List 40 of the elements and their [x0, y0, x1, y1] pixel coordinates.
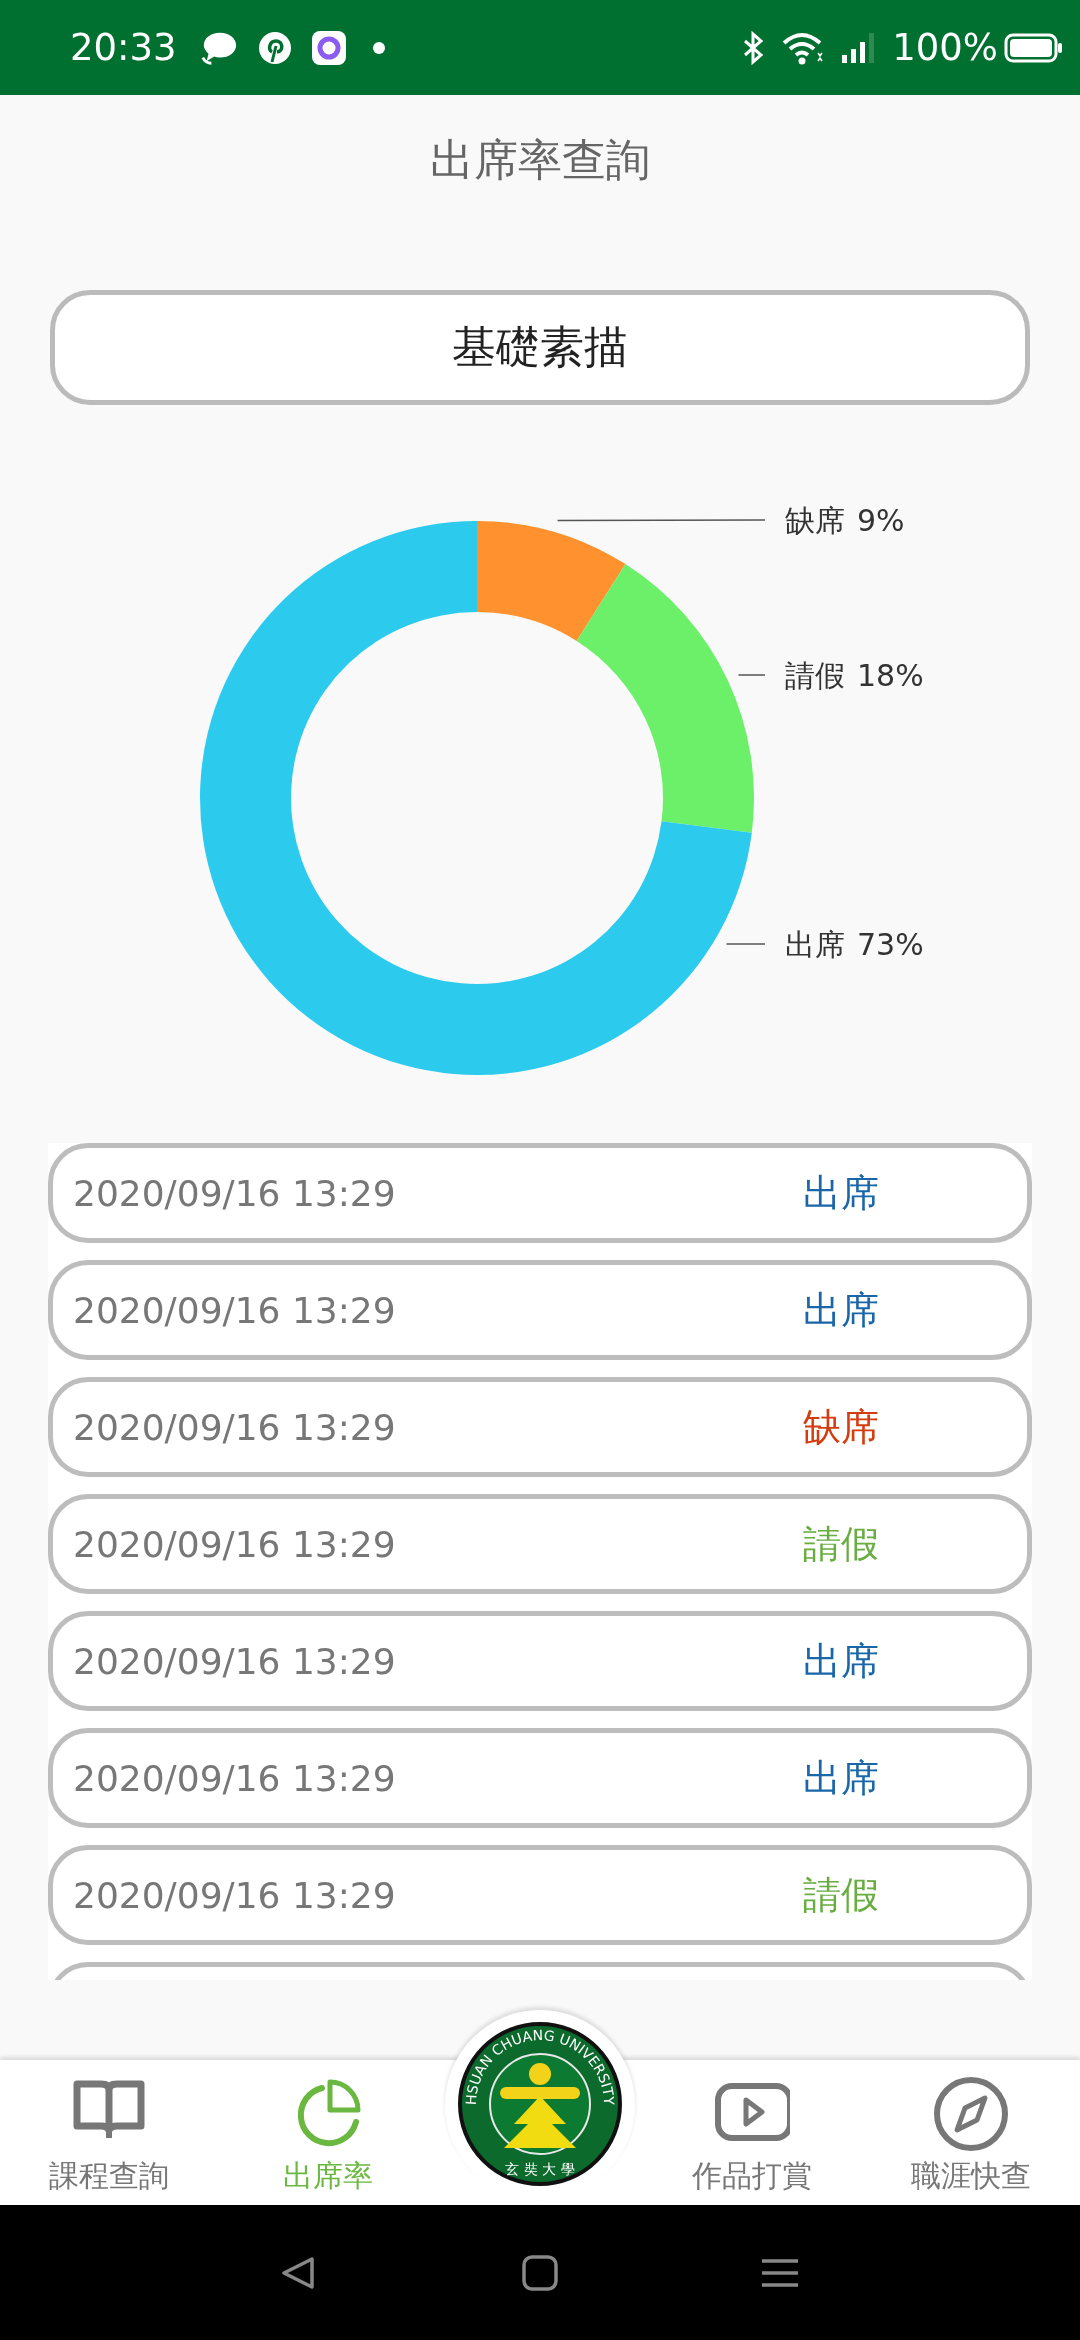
battery-percent: 100% — [892, 26, 998, 69]
record-status: 出席 — [803, 1169, 879, 1217]
record-status: 出席 — [803, 1637, 879, 1685]
notification-dot-icon — [372, 41, 385, 54]
record-status: 請假 — [803, 1871, 879, 1919]
record-date: 2020/09/16 13:29 — [73, 1523, 397, 1565]
nav-tab[interactable]: 課程查詢 — [0, 2060, 219, 2205]
wifi-icon — [782, 30, 825, 65]
record-status: 請假 — [803, 1520, 879, 1568]
course-dropdown[interactable]: 基礎素描 — [50, 290, 1030, 405]
record-date: 2020/09/16 13:29 — [73, 1874, 397, 1916]
leader-line — [737, 674, 766, 676]
slice-value: 18% — [857, 658, 924, 693]
logo-text: 玄 奘 大 學 — [505, 2161, 575, 2177]
record-date: 2020/09/16 13:29 — [73, 1757, 397, 1799]
slice-category: 出席 — [785, 927, 845, 962]
nav-tab[interactable]: 作品打賞 — [643, 2060, 862, 2205]
nav-tab[interactable]: 職涯快查 — [861, 2060, 1080, 2205]
signal-icon — [842, 32, 875, 63]
slice-value: 73% — [857, 927, 924, 962]
record-status: 出席 — [803, 1754, 879, 1802]
app-icon — [310, 29, 347, 66]
record-date: 2020/09/16 13:29 — [73, 1406, 397, 1448]
record-status: 缺席 — [803, 1403, 879, 1451]
record-date: 2020/09/16 13:29 — [73, 1172, 397, 1214]
slice-value: 9% — [857, 503, 905, 538]
nav-tab[interactable]: 出席率 — [218, 2060, 437, 2205]
battery-icon — [1004, 32, 1062, 63]
page-title: 出席率查詢 — [430, 138, 650, 182]
slice-category: 請假 — [785, 658, 845, 693]
slice-category: 缺席 — [785, 503, 845, 538]
pin-circle-icon — [256, 29, 293, 66]
record-date: 2020/09/16 13:29 — [73, 1640, 397, 1682]
record-status: 出席 — [803, 1286, 879, 1334]
clock-time: 20:33 — [70, 26, 177, 69]
home-icon[interactable] — [520, 2254, 560, 2291]
record-date: 2020/09/16 13:29 — [73, 1289, 397, 1331]
leader-line — [725, 943, 766, 945]
compass-icon — [932, 2076, 1009, 2152]
bluetooth-icon — [742, 30, 765, 65]
